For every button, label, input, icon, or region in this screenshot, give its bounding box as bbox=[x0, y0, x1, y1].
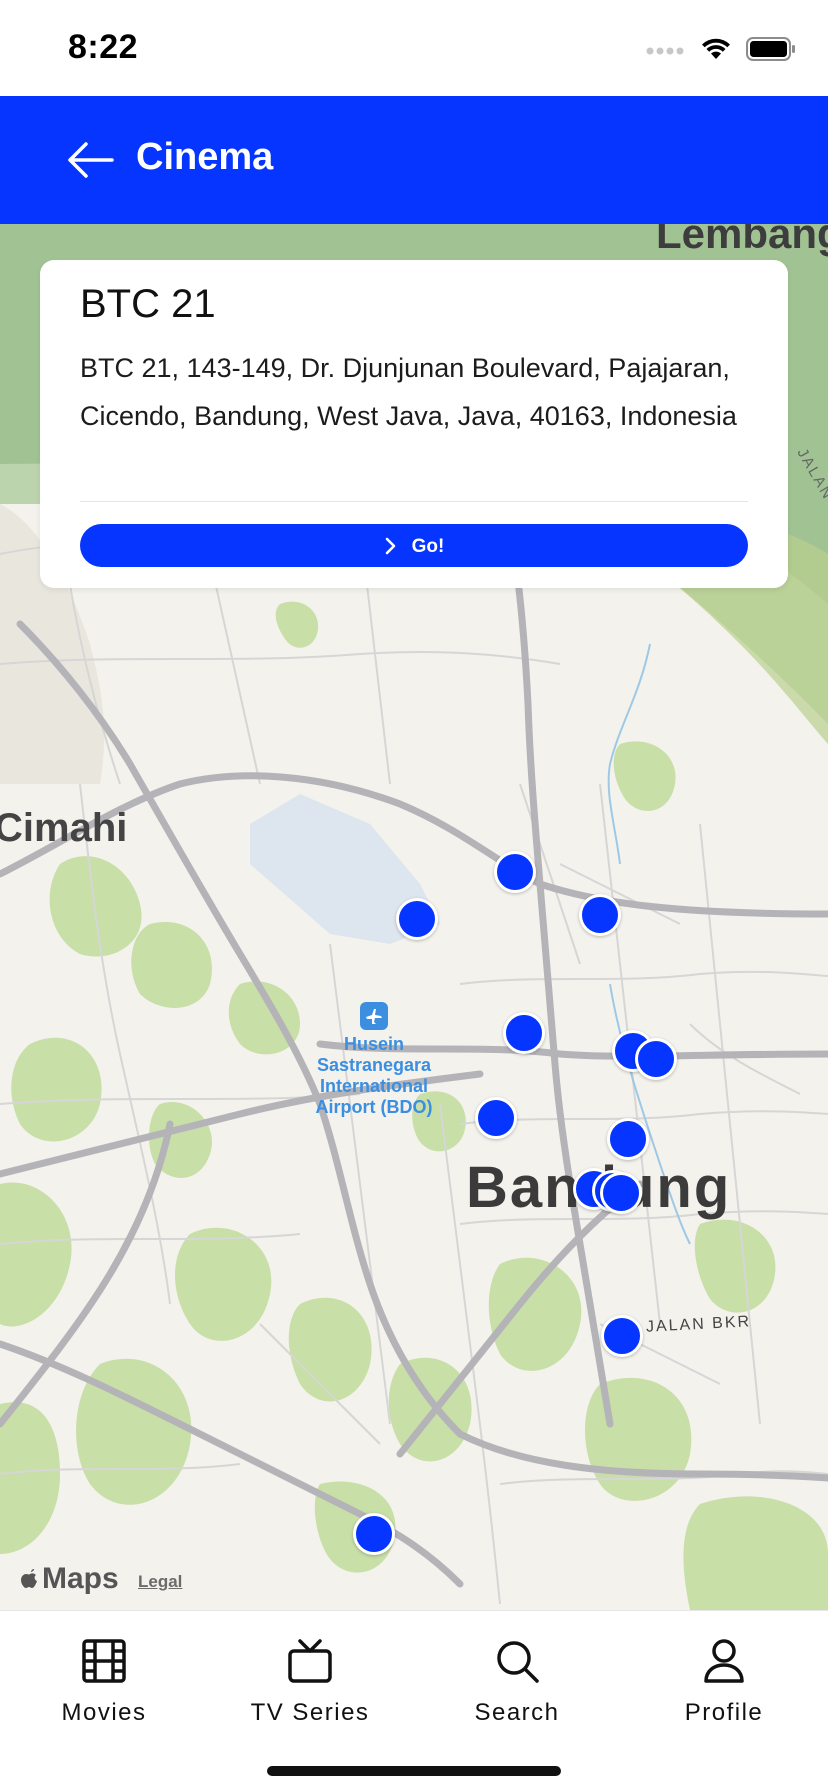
cinema-pin[interactable] bbox=[635, 1038, 677, 1080]
legal-link[interactable]: Legal bbox=[138, 1572, 182, 1592]
tab-search[interactable]: Search bbox=[427, 1627, 607, 1737]
battery-icon bbox=[746, 37, 795, 61]
cinema-pin[interactable] bbox=[353, 1513, 395, 1555]
status-icons bbox=[646, 34, 796, 64]
cinema-pin[interactable] bbox=[475, 1097, 517, 1139]
cinema-pin[interactable] bbox=[579, 894, 621, 936]
map-label-cimahi: Cimahi bbox=[0, 806, 128, 850]
search-icon bbox=[497, 1641, 539, 1683]
go-button[interactable]: Go! bbox=[80, 524, 748, 567]
apple-logo-icon bbox=[21, 1569, 37, 1588]
cinema-pin[interactable] bbox=[396, 898, 438, 940]
tab-label-movies: Movies bbox=[61, 1699, 147, 1726]
profile-icon bbox=[704, 1639, 744, 1683]
airplane-icon bbox=[360, 1002, 388, 1030]
tab-movies[interactable]: Movies bbox=[14, 1627, 194, 1737]
status-bar: 8:22 bbox=[0, 0, 828, 96]
tab-label-tv-series: TV Series bbox=[250, 1699, 370, 1726]
wifi-icon bbox=[702, 38, 730, 59]
cinema-pin[interactable] bbox=[503, 1012, 545, 1054]
map-label-lembang: Lembang bbox=[656, 224, 828, 257]
airport-label: Husein Sastranegara International Airpor… bbox=[315, 1034, 433, 1117]
maps-logo-text: Maps bbox=[42, 1562, 119, 1595]
tab-label-profile: Profile bbox=[684, 1699, 764, 1726]
film-icon bbox=[82, 1639, 126, 1683]
app-header: Cinema bbox=[0, 96, 828, 224]
tab-label-search: Search bbox=[474, 1699, 560, 1726]
cinema-pin[interactable] bbox=[494, 851, 536, 893]
tab-profile[interactable]: Profile bbox=[634, 1627, 814, 1737]
cinema-name: BTC 21 bbox=[80, 282, 216, 326]
home-indicator bbox=[267, 1766, 561, 1776]
go-button-label: Go! bbox=[411, 535, 445, 557]
cinema-pin[interactable] bbox=[600, 1172, 642, 1214]
tab-bar: Movies TV Series Search Profile bbox=[0, 1610, 828, 1792]
apple-maps-logo: Maps bbox=[20, 1562, 119, 1596]
tab-tv-series[interactable]: TV Series bbox=[220, 1627, 400, 1737]
tv-icon bbox=[288, 1639, 332, 1683]
card-divider bbox=[80, 501, 748, 502]
cinema-pin[interactable] bbox=[601, 1315, 643, 1357]
cinema-address: BTC 21, 143-149, Dr. Djunjunan Boulevard… bbox=[80, 353, 737, 431]
cinema-info-card: BTC 21 BTC 21, 143-149, Dr. Djunjunan Bo… bbox=[40, 260, 788, 588]
page-title: Cinema bbox=[136, 136, 274, 178]
chevron-right-icon bbox=[385, 537, 395, 554]
back-button[interactable] bbox=[64, 134, 116, 186]
arrow-left-icon bbox=[68, 142, 114, 178]
status-time: 8:22 bbox=[68, 28, 139, 66]
screen: 8:22 Cinema Lembang Cimahi JALAN BKR JAL… bbox=[0, 0, 828, 1792]
signal-icon bbox=[646, 47, 684, 55]
cinema-pin[interactable] bbox=[607, 1118, 649, 1160]
